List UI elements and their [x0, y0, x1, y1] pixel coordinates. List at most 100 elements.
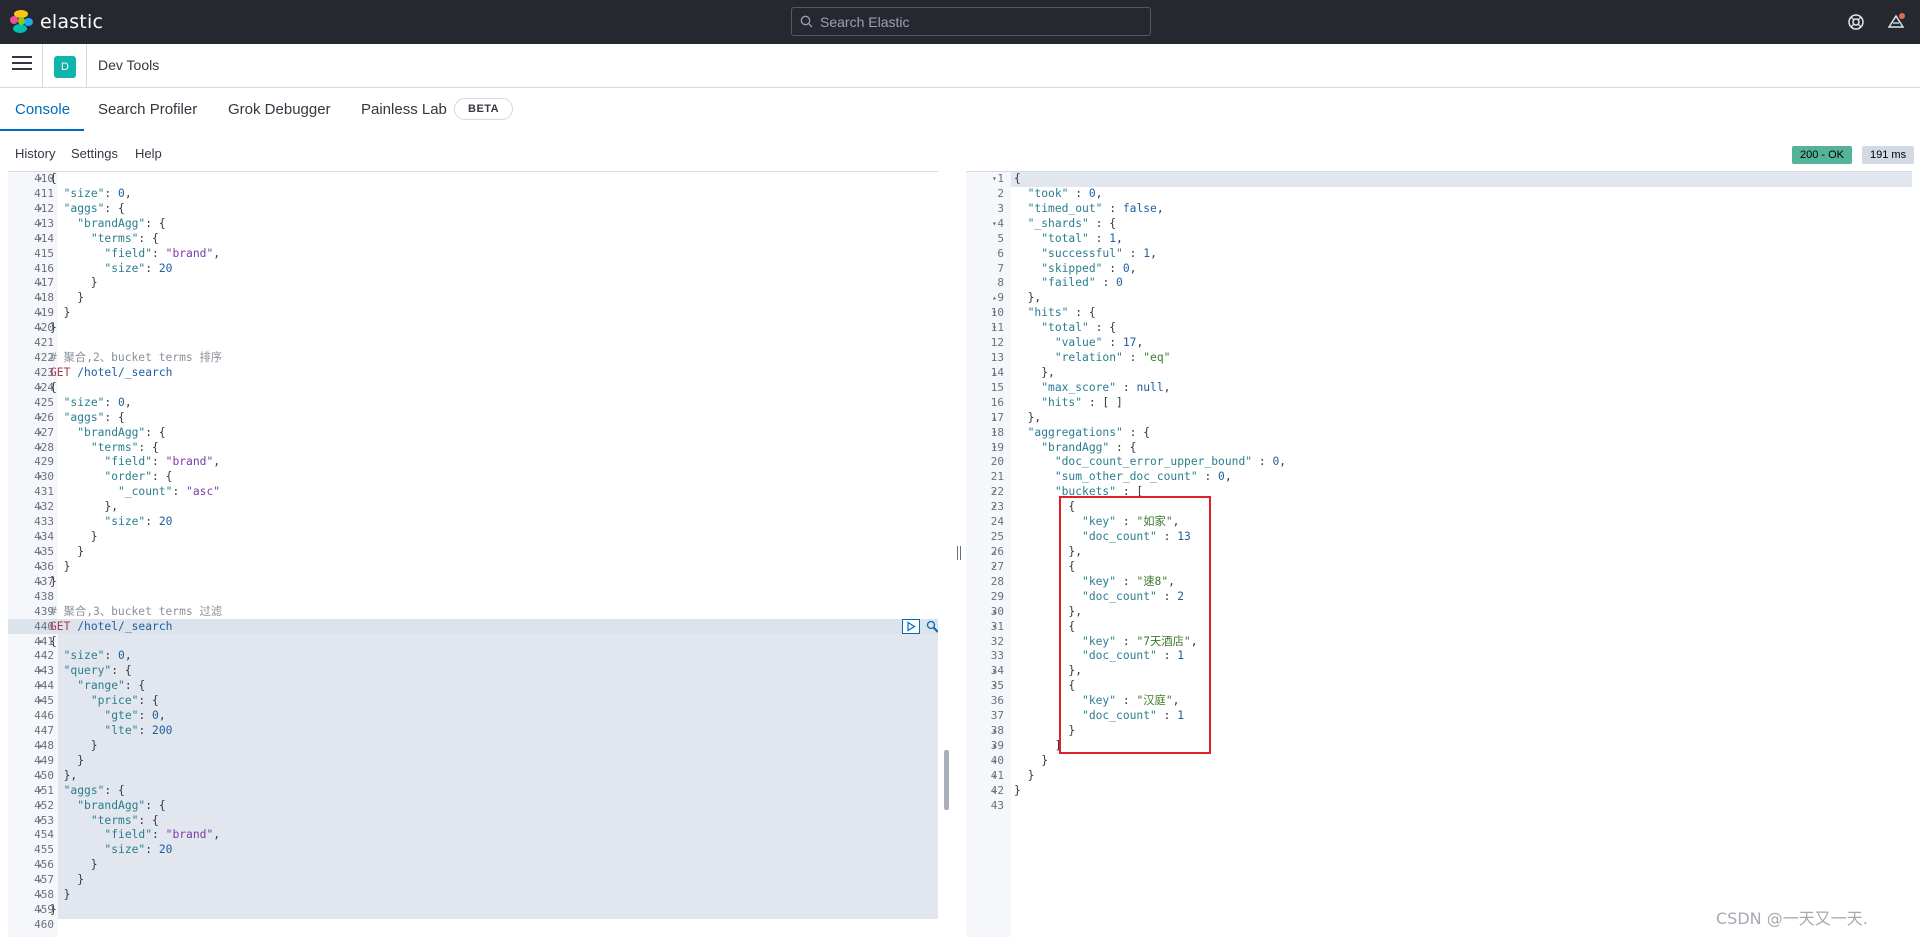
fold-toggle-icon[interactable]: ▾ [38, 426, 43, 441]
fold-toggle-icon[interactable]: ▾ [38, 635, 43, 650]
code-text: "total" : { [1041, 321, 1117, 335]
fold-toggle-icon[interactable]: ▾ [38, 784, 43, 799]
fold-toggle-icon[interactable]: ▾ [38, 664, 43, 679]
fold-toggle-icon[interactable]: ▾ [992, 500, 997, 515]
code-text: } [1014, 753, 1049, 767]
line-number: 451 [34, 783, 54, 797]
fold-toggle-icon[interactable]: ▴ [38, 291, 43, 306]
tab-painless-lab[interactable]: Painless Lab [361, 101, 447, 118]
fold-toggle-icon[interactable]: ▴ [38, 769, 43, 784]
fold-toggle-icon[interactable]: ▴ [992, 739, 997, 754]
wrench-icon[interactable] [924, 619, 938, 634]
fold-toggle-icon[interactable]: ▾ [38, 799, 43, 814]
tab-grok-debugger[interactable]: Grok Debugger [228, 101, 331, 118]
code-text: "took" : 0, [1027, 186, 1103, 200]
fold-toggle-icon[interactable]: ▾ [992, 679, 997, 694]
line-number: 431 [34, 485, 54, 499]
line-number: 25 [990, 530, 1004, 544]
line-number: 30 [990, 604, 1004, 618]
fold-toggle-icon[interactable]: ▴ [992, 411, 997, 426]
line-number: 35 [990, 679, 1004, 693]
fold-toggle-icon[interactable]: ▾ [38, 814, 43, 829]
fold-toggle-icon[interactable]: ▾ [38, 441, 43, 456]
fold-toggle-icon[interactable]: ▾ [38, 381, 43, 396]
history-link[interactable]: History [15, 146, 55, 161]
elastic-logo[interactable]: elastic [10, 10, 103, 34]
fold-toggle-icon[interactable]: ▴ [38, 530, 43, 545]
tab-search-profiler[interactable]: Search Profiler [98, 101, 197, 118]
fold-toggle-icon[interactable]: ▾ [992, 306, 997, 321]
fold-toggle-icon[interactable]: ▴ [38, 739, 43, 754]
elastic-logo-icon [10, 10, 34, 34]
fold-toggle-icon[interactable]: ▾ [992, 560, 997, 575]
pane-resizer[interactable] [952, 172, 966, 937]
fold-toggle-icon[interactable]: ▴ [38, 500, 43, 515]
fold-toggle-icon[interactable]: ▴ [992, 769, 997, 784]
fold-toggle-icon[interactable]: ▴ [992, 605, 997, 620]
code-text: "order": { [104, 470, 173, 484]
fold-toggle-icon[interactable]: ▾ [38, 470, 43, 485]
fold-toggle-icon[interactable]: ▴ [992, 784, 997, 799]
fold-toggle-icon[interactable]: ▴ [992, 754, 997, 769]
fold-toggle-icon[interactable]: ▴ [38, 903, 43, 918]
fold-toggle-icon[interactable]: ▴ [992, 545, 997, 560]
fold-toggle-icon[interactable]: ▾ [38, 202, 43, 217]
global-search[interactable] [791, 7, 1151, 36]
fold-toggle-icon[interactable]: ▴ [992, 724, 997, 739]
search-input[interactable] [820, 10, 1140, 33]
line-number: 441 [34, 634, 54, 648]
fold-toggle-icon[interactable]: ▾ [38, 694, 43, 709]
help-link[interactable]: Help [135, 146, 162, 161]
fold-toggle-icon[interactable]: ▴ [38, 873, 43, 888]
fold-toggle-icon[interactable]: ▴ [992, 366, 997, 381]
line-number: 28 [990, 574, 1004, 588]
menu-toggle-icon[interactable] [12, 56, 32, 76]
settings-link[interactable]: Settings [71, 146, 118, 161]
fold-toggle-icon[interactable]: ▾ [992, 172, 997, 187]
resize-handle-icon[interactable] [957, 546, 961, 560]
fold-toggle-icon[interactable]: ▾ [992, 485, 997, 500]
editor-scrollbar[interactable] [944, 750, 949, 810]
play-icon[interactable] [902, 619, 920, 634]
fold-toggle-icon[interactable]: ▴ [38, 276, 43, 291]
line-number: 33 [990, 649, 1004, 663]
line-number: 417 [34, 276, 54, 290]
line-number: 421 [34, 336, 54, 350]
fold-toggle-icon[interactable]: ▴ [38, 754, 43, 769]
code-text: "size": 20 [104, 261, 173, 275]
fold-toggle-icon[interactable]: ▾ [38, 172, 43, 187]
fold-toggle-icon[interactable]: ▾ [992, 217, 997, 232]
fold-toggle-icon[interactable]: ▴ [38, 888, 43, 903]
newsfeed-icon[interactable] [1886, 12, 1906, 32]
line-number: 436 [34, 559, 54, 573]
fold-toggle-icon[interactable]: ▾ [38, 217, 43, 232]
code-text: }, [50, 768, 78, 782]
fold-toggle-icon[interactable]: ▴ [992, 291, 997, 306]
request-editor[interactable]: 410 ▾{411 "size": 0, 412 ▾ "aggs": {413 ▾ "b… [8, 172, 938, 937]
line-number: 458 [34, 888, 54, 902]
code-text: # 聚合,3、bucket terms 过滤 [50, 604, 223, 618]
line-number: 453 [34, 813, 54, 827]
fold-toggle-icon[interactable]: ▴ [38, 575, 43, 590]
fold-toggle-icon[interactable]: ▴ [38, 321, 43, 336]
code-text: "query": { [63, 664, 132, 678]
fold-toggle-icon[interactable]: ▴ [992, 664, 997, 679]
fold-toggle-icon[interactable]: ▾ [992, 426, 997, 441]
fold-toggle-icon[interactable]: ▾ [992, 620, 997, 635]
fold-toggle-icon[interactable]: ▴ [38, 858, 43, 873]
space-avatar[interactable]: D [54, 56, 76, 78]
code-text: } [50, 903, 57, 917]
tab-console[interactable]: Console [15, 101, 70, 118]
fold-toggle-icon[interactable]: ▴ [38, 306, 43, 321]
fold-toggle-icon[interactable]: ▾ [992, 441, 997, 456]
fold-toggle-icon[interactable]: ▴ [38, 545, 43, 560]
help-icon[interactable] [1846, 12, 1866, 32]
code-text: } [50, 291, 85, 305]
fold-toggle-icon[interactable]: ▾ [38, 232, 43, 247]
code-text: } [50, 873, 85, 887]
fold-toggle-icon[interactable]: ▾ [38, 679, 43, 694]
fold-toggle-icon[interactable]: ▴ [38, 560, 43, 575]
fold-toggle-icon[interactable]: ▾ [38, 411, 43, 426]
fold-toggle-icon[interactable]: ▾ [992, 321, 997, 336]
code-text: "terms": { [90, 440, 159, 454]
